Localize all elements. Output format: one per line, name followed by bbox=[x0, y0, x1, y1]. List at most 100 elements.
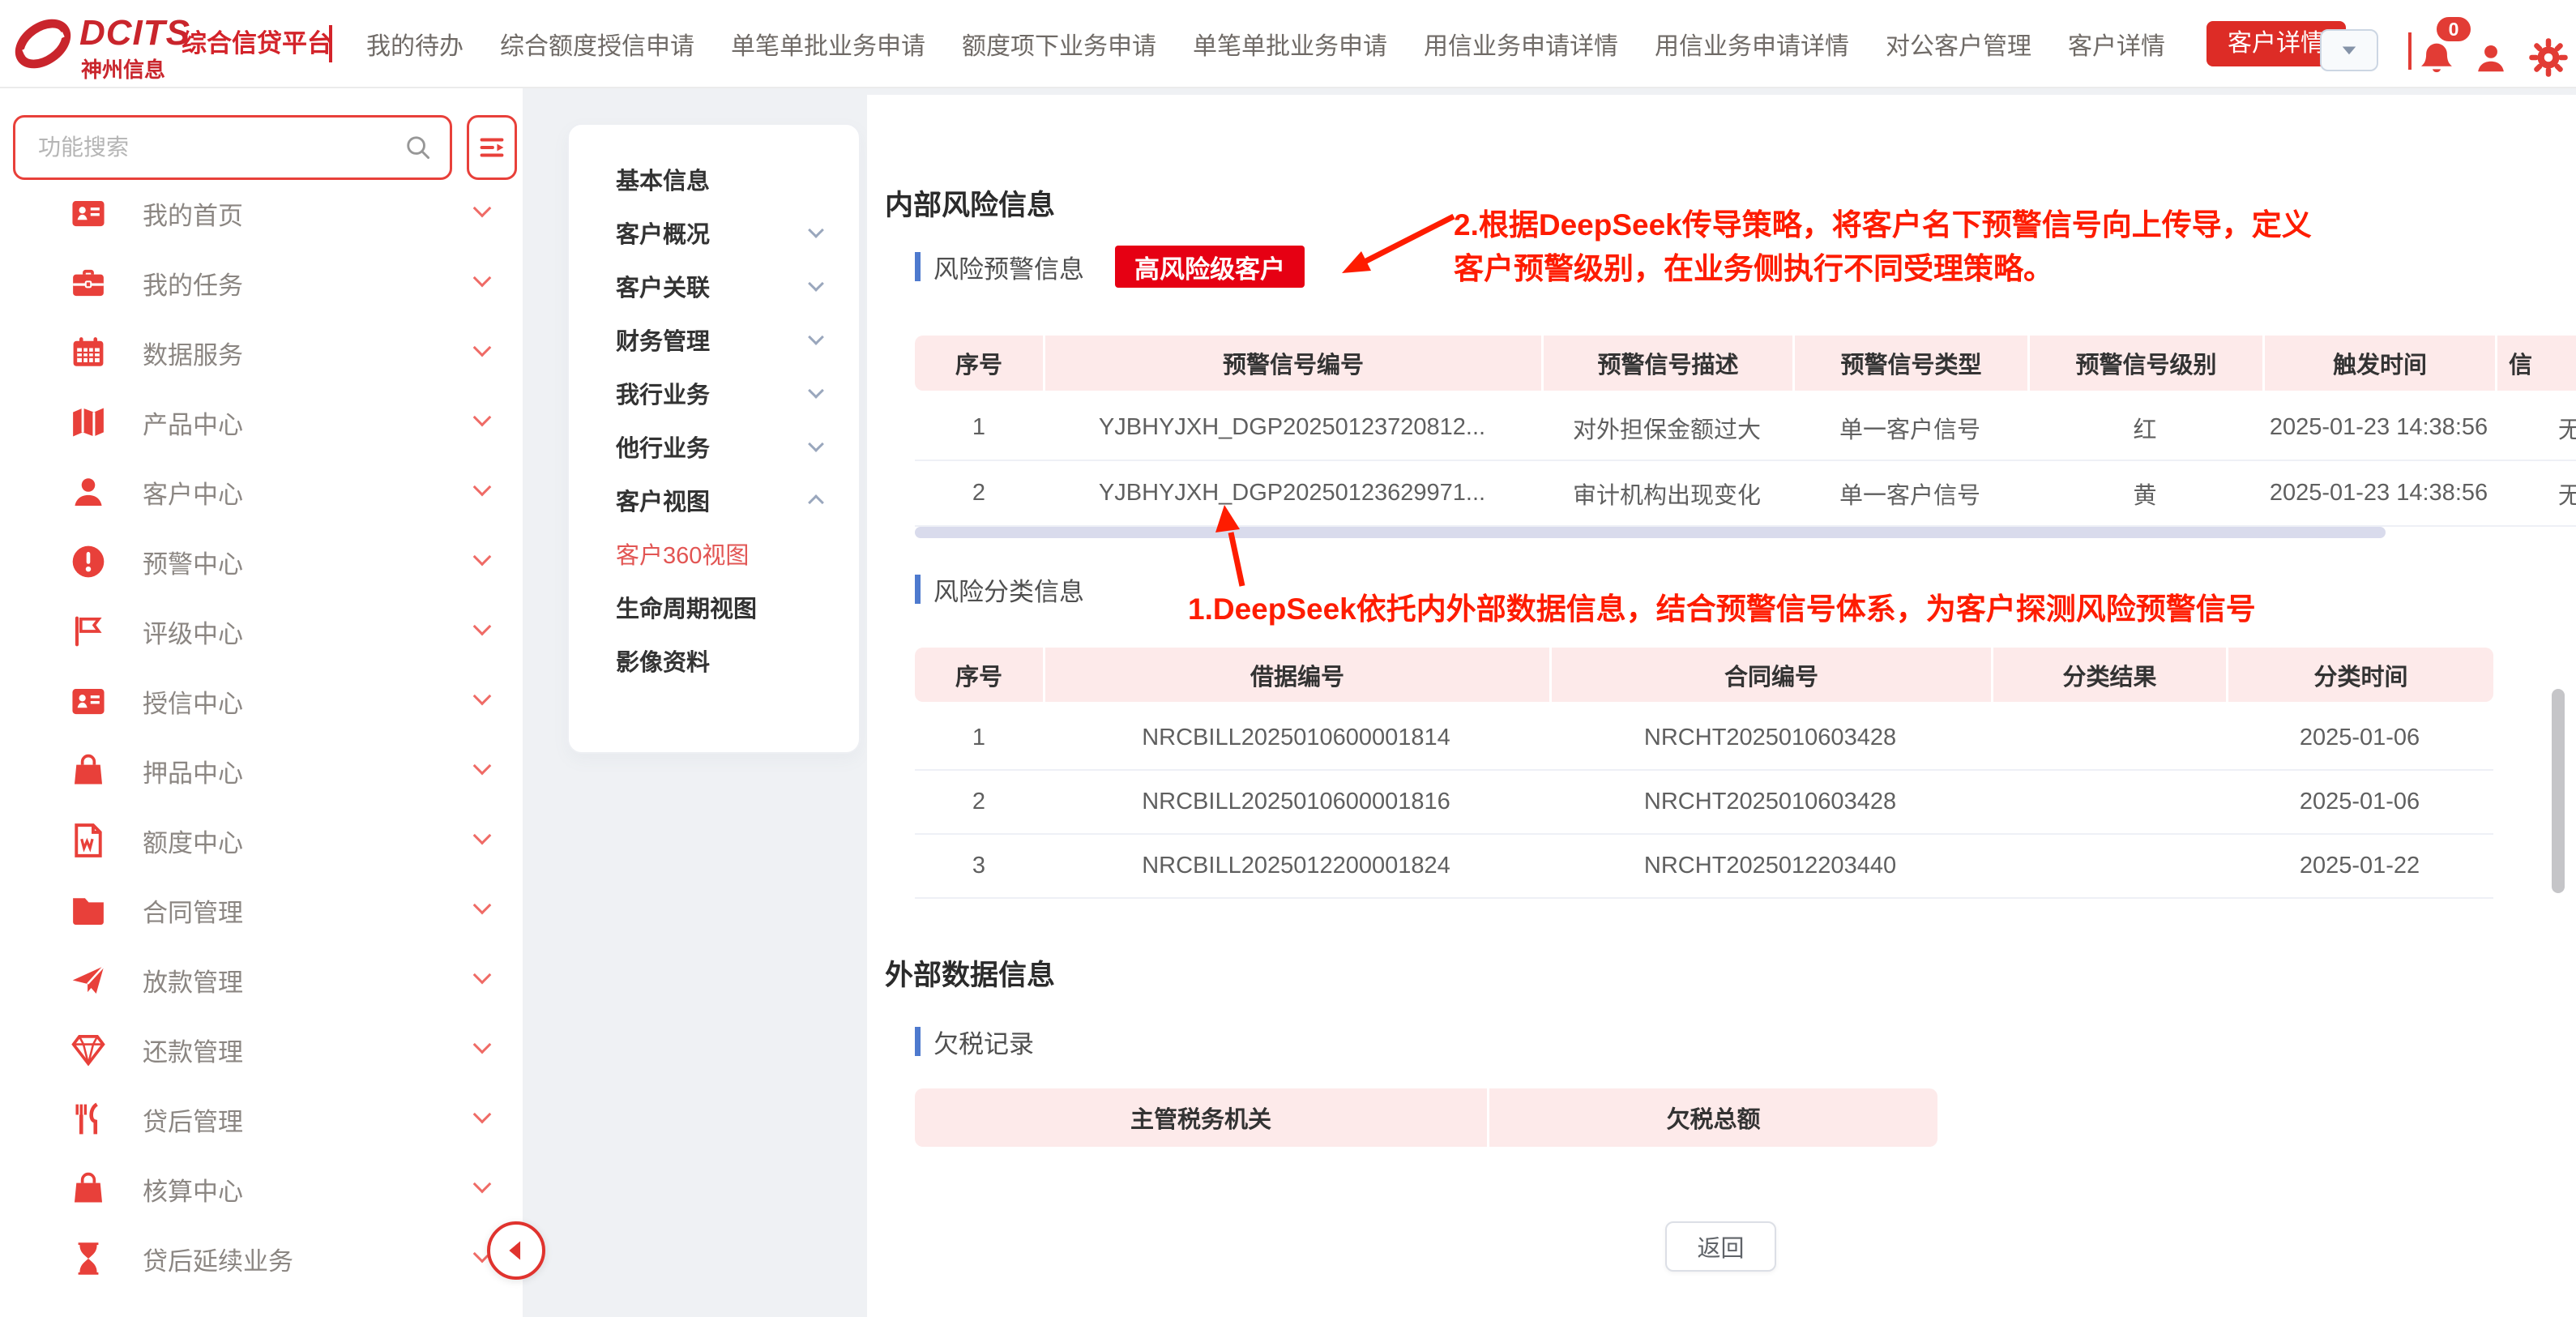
topnav-item[interactable]: 综合额度授信申请 bbox=[500, 26, 694, 62]
sidebar-item[interactable]: 客户中心 bbox=[0, 457, 523, 527]
bag-icon bbox=[70, 1170, 107, 1208]
chevron-down-icon bbox=[473, 757, 492, 776]
sidebar-item-label: 核算中心 bbox=[143, 1171, 243, 1208]
submenu-item[interactable]: 客户概况 bbox=[569, 206, 859, 259]
table-header-cell: 预警信号描述 bbox=[1541, 336, 1792, 391]
sidebar-item-label: 数据服务 bbox=[143, 335, 243, 371]
submenu-item[interactable]: 我行业务 bbox=[569, 366, 859, 420]
submenu-item[interactable]: 影像资料 bbox=[569, 634, 859, 687]
back-button[interactable]: 返回 bbox=[1665, 1221, 1776, 1272]
sidebar-item[interactable]: 预警中心 bbox=[0, 527, 523, 596]
topnav-item[interactable]: 额度项下业务申请 bbox=[962, 26, 1156, 62]
topnav-item[interactable]: 单笔单批业务申请 bbox=[731, 26, 925, 62]
sidebar-item[interactable]: 还款管理 bbox=[0, 1015, 523, 1084]
sidebar-item[interactable]: 合同管理 bbox=[0, 875, 523, 945]
section-bar bbox=[915, 1027, 921, 1056]
main-content: 内部风险信息 风险预警信息 高风险级客户 2.根据DeepSeek传导策略，将客… bbox=[867, 95, 2576, 1317]
map-icon bbox=[70, 404, 107, 441]
tax-table: 主管税务机关欠税总额 bbox=[915, 1088, 1937, 1152]
submenu-item-label: 基本信息 bbox=[616, 162, 710, 196]
table-cell: 2025-01-22 bbox=[2226, 835, 2493, 897]
topnav-item[interactable]: 用信业务申请详情 bbox=[1424, 26, 1618, 62]
caret-down-icon bbox=[2337, 38, 2361, 62]
sidebar: 我的首页我的任务数据服务产品中心客户中心预警中心评级中心授信中心押品中心额度中心… bbox=[0, 88, 523, 1317]
topnav-item[interactable]: 单笔单批业务申请 bbox=[1193, 26, 1387, 62]
sidebar-item[interactable]: 贷后管理 bbox=[0, 1084, 523, 1154]
sidebar-collapse-button[interactable] bbox=[487, 1221, 545, 1280]
horizontal-scrollbar[interactable] bbox=[915, 527, 2386, 538]
submenu-item[interactable]: 基本信息 bbox=[569, 152, 859, 206]
chevron-down-icon bbox=[473, 966, 492, 985]
submenu-item[interactable]: 客户关联 bbox=[569, 259, 859, 313]
sidebar-item[interactable]: 贷后延续业务 bbox=[0, 1224, 523, 1293]
section-title-external-data: 外部数据信息 bbox=[885, 952, 1055, 994]
topnav-item[interactable]: 用信业务申请详情 bbox=[1655, 26, 1849, 62]
submenu-item-label: 客户关联 bbox=[616, 269, 710, 303]
table-cell: 黄 bbox=[2027, 461, 2262, 525]
topbar: DCITS 神州信息 综合信贷平台 我的待办综合额度授信申请单笔单批业务申请额度… bbox=[0, 0, 2576, 88]
chevron-down-icon bbox=[473, 408, 492, 427]
send-icon bbox=[70, 961, 107, 998]
sidebar-item-label: 额度中心 bbox=[143, 823, 243, 859]
section-bar bbox=[915, 575, 921, 604]
user-avatar-icon[interactable] bbox=[2473, 41, 2509, 76]
topbar-divider bbox=[2408, 32, 2412, 70]
sidebar-item[interactable]: 授信中心 bbox=[0, 666, 523, 736]
chevron-down-icon bbox=[808, 222, 824, 238]
submenu-item-label: 我行业务 bbox=[616, 376, 710, 410]
submenu-item[interactable]: 客户视图 bbox=[569, 473, 859, 527]
annotation-transmit: 2.根据DeepSeek传导策略，将客户名下预警信号向上传导，定义 客户预警级别… bbox=[1454, 203, 2312, 291]
sidebar-item[interactable]: 核算中心 bbox=[0, 1154, 523, 1224]
submenu-item-active[interactable]: 客户360视图 bbox=[569, 527, 859, 580]
chevron-down-icon bbox=[808, 436, 824, 452]
collapse-arrow-icon bbox=[502, 1236, 531, 1265]
search-input[interactable] bbox=[15, 135, 404, 160]
chevron-down-icon bbox=[473, 1175, 492, 1194]
high-risk-customer-badge: 高风险级客户 bbox=[1115, 246, 1305, 288]
table-cell: 2025-01-23 14:38:56 bbox=[2262, 396, 2495, 460]
menu-fold-button[interactable] bbox=[467, 115, 517, 180]
sidebar-item-label: 我的任务 bbox=[143, 265, 243, 301]
sidebar-item[interactable]: 放款管理 bbox=[0, 945, 523, 1015]
topnav-item[interactable]: 客户详情 bbox=[2068, 26, 2165, 62]
table-cell: NRCHT2025010603428 bbox=[1549, 707, 1991, 769]
table-cell: 2 bbox=[915, 461, 1043, 525]
workspace-dropdown-button[interactable] bbox=[2320, 29, 2378, 71]
topnav-item[interactable]: 对公客户管理 bbox=[1886, 26, 2031, 62]
table-cell: 2025-01-06 bbox=[2226, 707, 2493, 769]
table-cell: 2 bbox=[915, 771, 1043, 833]
sidebar-item[interactable]: 数据服务 bbox=[0, 318, 523, 387]
sidebar-menu: 我的首页我的任务数据服务产品中心客户中心预警中心评级中心授信中心押品中心额度中心… bbox=[0, 178, 523, 1293]
risk-class-table: 序号借据编号合同编号分类结果分类时间1NRCBILL20250106000018… bbox=[915, 648, 2493, 899]
sidebar-item[interactable]: 额度中心 bbox=[0, 806, 523, 875]
sidebar-item[interactable]: 评级中心 bbox=[0, 596, 523, 666]
sidebar-item[interactable]: 我的任务 bbox=[0, 248, 523, 318]
submenu-item[interactable]: 财务管理 bbox=[569, 313, 859, 366]
sidebar-item[interactable]: 我的首页 bbox=[0, 178, 523, 248]
submenu-item-label: 影像资料 bbox=[616, 644, 710, 678]
sidebar-item-label: 产品中心 bbox=[143, 404, 243, 441]
table-cell: NRCBILL2025010600001816 bbox=[1043, 771, 1549, 833]
search-icon bbox=[404, 134, 432, 161]
table-cell bbox=[1991, 707, 2226, 769]
gear-icon[interactable] bbox=[2528, 37, 2569, 78]
submenu-item[interactable]: 生命周期视图 bbox=[569, 580, 859, 634]
vertical-scrollbar[interactable] bbox=[2552, 689, 2565, 893]
submenu-item-label: 客户概况 bbox=[616, 216, 710, 250]
table-cell: NRCHT2025010603428 bbox=[1549, 771, 1991, 833]
table-cell: 无 bbox=[2495, 461, 2576, 525]
submenu-item-label: 财务管理 bbox=[616, 323, 710, 357]
sidebar-item[interactable]: 产品中心 bbox=[0, 387, 523, 457]
table-row: 1NRCBILL2025010600001814NRCHT20250106034… bbox=[915, 707, 2493, 771]
chevron-down-icon bbox=[473, 827, 492, 845]
dcits-logo-icon bbox=[11, 12, 75, 75]
topnav-item[interactable]: 我的待办 bbox=[366, 26, 464, 62]
user-icon bbox=[70, 473, 107, 511]
submenu-item[interactable]: 他行业务 bbox=[569, 420, 859, 473]
chevron-down-icon bbox=[473, 478, 492, 497]
table-header-cell: 预警信号类型 bbox=[1792, 336, 2027, 391]
bell-icon[interactable] bbox=[2418, 41, 2455, 78]
sidebar-item[interactable]: 押品中心 bbox=[0, 736, 523, 806]
risk-warning-title: 风险预警信息 bbox=[933, 249, 1084, 285]
table-cell: 单一客户信号 bbox=[1792, 396, 2027, 460]
